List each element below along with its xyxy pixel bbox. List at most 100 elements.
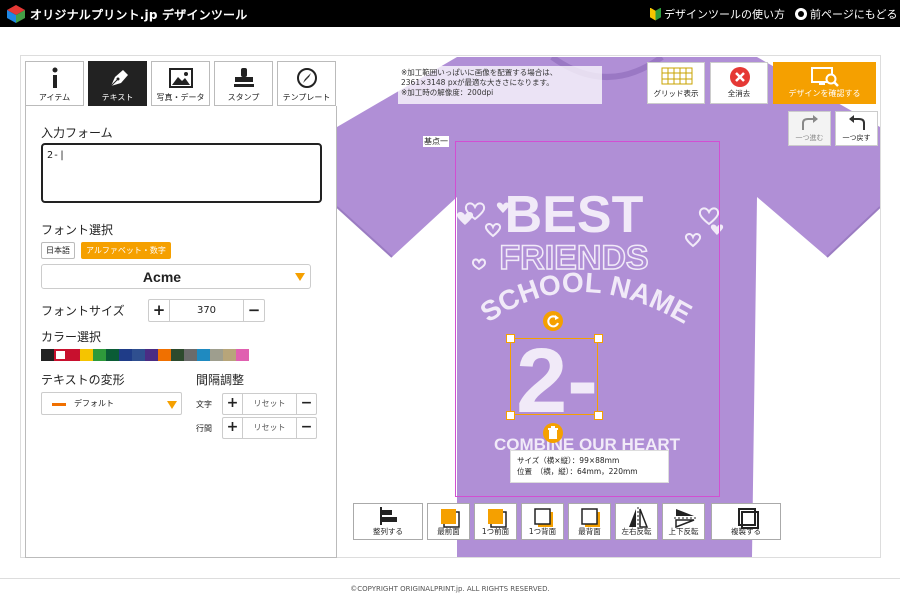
tab-photo-data[interactable]: 写真・データ	[151, 61, 210, 106]
align-button[interactable]: 整列する	[353, 503, 423, 540]
redo-icon	[802, 115, 818, 130]
send-backward-label: 1つ背面	[528, 527, 557, 536]
info-icon	[52, 67, 57, 88]
resize-handle-top-left[interactable]	[506, 334, 515, 343]
font-tab-japanese[interactable]: 日本語	[41, 242, 75, 259]
char-spacing-label: 文字	[196, 399, 212, 409]
color-select-label: カラー選択	[41, 330, 102, 344]
color-swatch[interactable]	[184, 349, 197, 361]
align-icon	[380, 507, 397, 525]
text-transform-select[interactable]: デフォルト	[41, 392, 182, 415]
confirm-design-button[interactable]: デザインを確認する	[773, 62, 876, 104]
send-to-back-label: 最背面	[578, 527, 601, 536]
font-tab-alphanumeric[interactable]: アルファベット・数字	[81, 242, 171, 259]
rotate-button[interactable]	[543, 311, 563, 331]
delete-button[interactable]	[543, 423, 563, 443]
font-select[interactable]: Acme	[41, 264, 311, 289]
text-transform-label: テキストの変形	[41, 373, 125, 387]
send-to-back-button[interactable]: 最背面	[568, 503, 611, 540]
resize-handle-bottom-left[interactable]	[506, 411, 515, 420]
color-swatch[interactable]	[158, 349, 171, 361]
color-swatch[interactable]	[210, 349, 223, 361]
grid-toggle-button[interactable]: グリッド表示	[647, 62, 705, 104]
line-spacing-label: 行間	[196, 423, 212, 433]
selection-box[interactable]	[510, 338, 598, 415]
font-size-value[interactable]: 370	[169, 300, 244, 321]
line-spacing-increase-button[interactable]: +	[223, 418, 242, 438]
char-spacing-reset-button[interactable]: リセット	[242, 394, 297, 414]
top-bar: オリジナルプリント.jp デザインツール デザインツールの使い方 前ページにもど…	[0, 0, 900, 27]
font-select-label: フォント選択	[41, 223, 114, 237]
color-swatch[interactable]	[197, 349, 210, 361]
color-swatch[interactable]	[236, 349, 249, 361]
bring-to-front-button[interactable]: 最前面	[427, 503, 470, 540]
color-swatch[interactable]	[41, 349, 54, 361]
tab-label: アイテム	[38, 93, 71, 102]
line-spacing-decrease-button[interactable]: −	[297, 418, 316, 438]
color-swatch[interactable]	[145, 349, 158, 361]
tab-item[interactable]: アイテム	[25, 61, 84, 106]
back-link-label: 前ページにもどる	[810, 8, 898, 21]
chevron-down-icon	[167, 401, 177, 409]
brand-title: オリジナルプリント.jp デザインツール	[30, 8, 248, 22]
stamp-icon	[233, 68, 254, 87]
transform-select-value: デフォルト	[74, 399, 114, 408]
resize-handle-top-right[interactable]	[594, 334, 603, 343]
duplicate-button[interactable]: 複製する	[711, 503, 781, 540]
undo-button[interactable]: 一つ戻す	[835, 111, 878, 146]
help-link[interactable]: デザインツールの使い方	[650, 6, 785, 22]
note-line: 2361×3148 pxが最適な大きさになります。	[401, 78, 554, 87]
undo-label: 一つ戻す	[842, 134, 871, 142]
color-swatch[interactable]	[67, 349, 80, 361]
char-spacing-decrease-button[interactable]: −	[297, 394, 316, 414]
text-input[interactable]: 2-|	[41, 143, 322, 203]
line-spacing-stepper: + リセット −	[222, 417, 317, 439]
font-size-decrease-button[interactable]: −	[244, 300, 264, 321]
bring-forward-button[interactable]: 1つ前面	[474, 503, 517, 540]
grid-icon	[661, 67, 693, 85]
color-swatch[interactable]	[80, 349, 93, 361]
back-link[interactable]: 前ページにもどる	[795, 6, 898, 22]
tab-label: 写真・データ	[156, 93, 205, 102]
tab-text[interactable]: テキスト	[88, 61, 147, 106]
color-swatch[interactable]	[106, 349, 119, 361]
compass-icon	[296, 68, 317, 88]
logo-icon	[7, 5, 25, 23]
color-swatch[interactable]	[93, 349, 106, 361]
color-swatch-selected[interactable]	[54, 349, 67, 361]
color-swatch[interactable]	[132, 349, 145, 361]
image-icon	[168, 68, 193, 88]
color-swatch[interactable]	[223, 349, 236, 361]
tab-stamp[interactable]: スタンプ	[214, 61, 273, 106]
resolution-note: ※加工範囲いっぱいに画像を配置する場合は、 2361×3148 pxが最適な大き…	[398, 66, 602, 104]
selection-info: サイズ（横×縦）：99×88mm 位置 （横，縦）：64mm，220mm	[510, 450, 669, 483]
font-size-increase-button[interactable]: +	[149, 300, 169, 321]
grid-toggle-label: グリッド表示	[653, 89, 699, 98]
font-size-stepper: + 370 −	[148, 299, 265, 322]
line-spacing-reset-button[interactable]: リセット	[242, 418, 297, 438]
confirm-design-label: デザインを確認する	[788, 89, 861, 98]
tab-template[interactable]: テンプレート	[277, 61, 336, 106]
send-backward-button[interactable]: 1つ背面	[521, 503, 564, 540]
flip-vertical-button[interactable]: 上下反転	[662, 503, 705, 540]
clear-all-button[interactable]: 全消去	[710, 62, 768, 104]
rotate-icon	[547, 315, 559, 328]
text-settings-panel: 入力フォーム 2-| フォント選択 日本語 アルファベット・数字 Acme フォ…	[25, 106, 337, 558]
close-icon	[730, 67, 750, 87]
print-area-boundary	[455, 141, 720, 497]
tab-label: スタンプ	[227, 93, 260, 102]
char-spacing-increase-button[interactable]: +	[223, 394, 242, 414]
tab-label: テキスト	[101, 93, 134, 102]
selection-size: サイズ（横×縦）：99×88mm	[517, 456, 620, 465]
undo-icon	[849, 115, 865, 130]
color-swatch[interactable]	[171, 349, 184, 361]
char-spacing-stepper: + リセット −	[222, 393, 317, 415]
copyright-footer: ©COPYRIGHT ORIGINALPRINT.jp. ALL RIGHTS …	[350, 585, 550, 593]
line-spacing-row: 行間 + リセット −	[196, 417, 317, 439]
flip-horizontal-button[interactable]: 左右反転	[615, 503, 658, 540]
color-swatch[interactable]	[119, 349, 132, 361]
tab-label: テンプレート	[282, 93, 331, 102]
resize-handle-bottom-right[interactable]	[594, 411, 603, 420]
pen-icon	[110, 70, 128, 87]
redo-button[interactable]: 一つ進む	[788, 111, 831, 146]
